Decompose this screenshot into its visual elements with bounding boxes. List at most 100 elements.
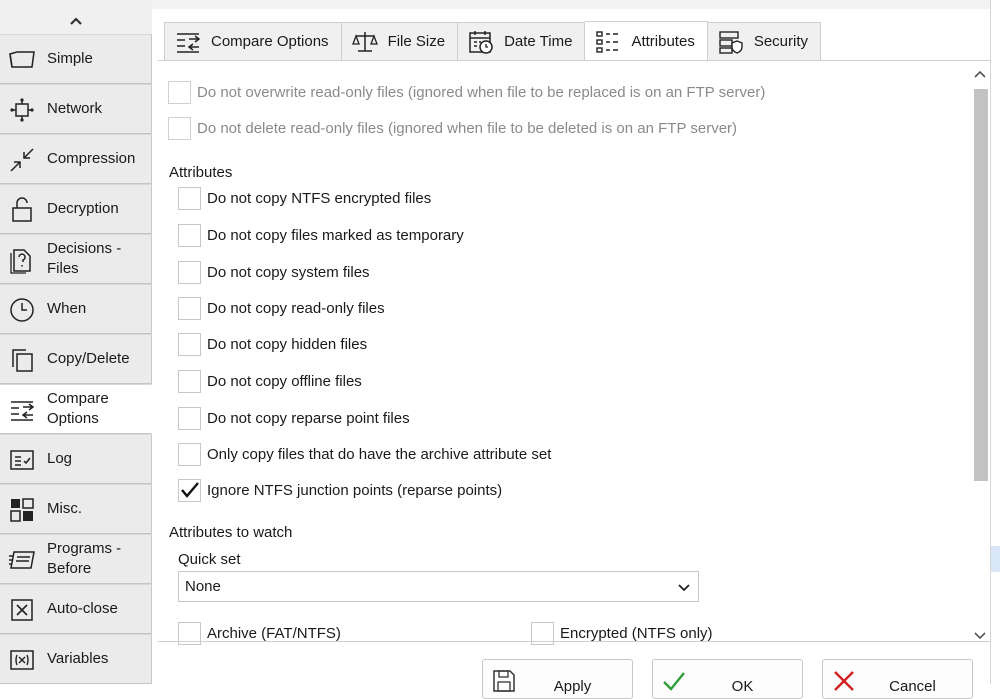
checkbox[interactable] bbox=[178, 186, 201, 210]
tab-strip: Compare Options File Size Date Time Attr… bbox=[164, 21, 822, 62]
sidebar-item-log[interactable]: Log bbox=[0, 434, 152, 484]
title-strip bbox=[152, 0, 990, 9]
sidebar-item-label: Network bbox=[47, 100, 103, 117]
tab-label: Security bbox=[753, 33, 809, 50]
variables-icon bbox=[8, 646, 36, 674]
tab-attributes[interactable]: Attributes bbox=[585, 21, 708, 62]
option-label: Do not copy NTFS encrypted files bbox=[207, 189, 432, 207]
attributes-list-icon bbox=[595, 29, 621, 55]
attributes-to-watch-heading: Attributes to watch bbox=[169, 524, 293, 541]
option-row[interactable]: Do not copy offline files bbox=[178, 368, 362, 394]
quick-set-label: Quick set bbox=[178, 551, 241, 568]
quick-set-value: None bbox=[185, 578, 221, 595]
sidebar-item-label: Compare Options bbox=[47, 390, 109, 427]
main-panel: Compare Options File Size Date Time Attr… bbox=[152, 9, 990, 699]
sidebar-item-label: Decisions - Files bbox=[47, 240, 122, 277]
sidebar-item-network[interactable]: Network bbox=[0, 84, 152, 134]
option-row[interactable]: Do not copy files marked as temporary bbox=[178, 222, 464, 248]
checkmark-icon bbox=[180, 482, 199, 498]
vertical-scrollbar[interactable] bbox=[970, 61, 990, 643]
compress-icon bbox=[8, 146, 36, 174]
compare-icon bbox=[8, 396, 36, 424]
sidebar-item-label: Simple bbox=[47, 50, 93, 67]
decision-file-icon bbox=[8, 246, 36, 274]
sidebar-item-label: When bbox=[47, 300, 87, 317]
scrollbar-thumb[interactable] bbox=[974, 89, 988, 481]
sidebar-item-copy-delete[interactable]: Copy/Delete bbox=[0, 334, 152, 384]
option-label: Do not copy system files bbox=[207, 263, 370, 281]
checkbox[interactable] bbox=[168, 116, 191, 140]
copy-icon bbox=[8, 346, 36, 374]
scroll-up-arrow-icon[interactable] bbox=[972, 67, 988, 81]
option-row[interactable]: Only copy files that do have the archive… bbox=[178, 441, 551, 467]
background-selection bbox=[991, 546, 1000, 572]
sidebar-item-simple[interactable]: Simple bbox=[0, 34, 152, 84]
sidebar-item-label: Decryption bbox=[47, 200, 119, 217]
option-label: Do not copy files marked as temporary bbox=[207, 226, 464, 244]
option-label: Do not copy reparse point files bbox=[207, 409, 410, 427]
option-row[interactable]: Do not copy NTFS encrypted files bbox=[178, 185, 431, 211]
ok-label: OK bbox=[731, 678, 754, 695]
option-label: Encrypted (NTFS only) bbox=[560, 624, 713, 642]
option-row[interactable]: Do not copy reparse point files bbox=[178, 405, 410, 431]
sidebar-item-when[interactable]: When bbox=[0, 284, 152, 334]
network-icon bbox=[8, 96, 36, 124]
attributes-heading: Attributes bbox=[169, 164, 233, 181]
tab-security[interactable]: Security bbox=[707, 22, 822, 61]
option-row[interactable]: Encrypted (NTFS only) bbox=[531, 620, 713, 646]
sidebar-item-auto-close[interactable]: Auto-close bbox=[0, 584, 152, 634]
log-icon bbox=[8, 446, 36, 474]
checkbox[interactable] bbox=[178, 442, 201, 466]
attributes-page: Do not overwrite read-only files (ignore… bbox=[158, 60, 990, 645]
ok-button[interactable]: OK bbox=[652, 659, 803, 699]
sidebar-item-compare-options[interactable]: Compare Options bbox=[0, 384, 152, 434]
cancel-button[interactable]: Cancel bbox=[822, 659, 973, 699]
unlock-icon bbox=[8, 196, 36, 224]
checkbox[interactable] bbox=[178, 332, 201, 356]
option-row[interactable]: Do not copy read-only files bbox=[178, 295, 385, 321]
chevron-up-icon bbox=[70, 17, 82, 25]
checkbox[interactable] bbox=[178, 260, 201, 284]
sidebar-item-misc[interactable]: Misc. bbox=[0, 484, 152, 534]
checkbox[interactable] bbox=[178, 369, 201, 393]
option-label: Do not copy offline files bbox=[207, 372, 362, 390]
grid-icon bbox=[8, 496, 36, 524]
sidebar-item-programs-before[interactable]: Programs - Before bbox=[0, 534, 152, 584]
checkbox[interactable] bbox=[178, 223, 201, 247]
tab-file-size[interactable]: File Size bbox=[341, 22, 459, 61]
cancel-label: Cancel bbox=[889, 678, 936, 695]
checkbox[interactable] bbox=[178, 406, 201, 430]
option-row[interactable]: Ignore NTFS junction points (reparse poi… bbox=[178, 477, 502, 503]
sidebar-item-decryption[interactable]: Decryption bbox=[0, 184, 152, 234]
option-label: Do not copy read-only files bbox=[207, 299, 385, 317]
checkbox-checked[interactable] bbox=[178, 478, 201, 502]
tab-compare-options[interactable]: Compare Options bbox=[164, 22, 342, 61]
tab-label: Attributes bbox=[631, 33, 695, 50]
option-label: Do not delete read-only files (ignored w… bbox=[197, 119, 738, 137]
tab-label: Compare Options bbox=[211, 33, 329, 50]
sidebar-item-decisions-files[interactable]: Decisions - Files bbox=[0, 234, 152, 284]
sidebar-item-compression[interactable]: Compression bbox=[0, 134, 152, 184]
sidebar-item-variables[interactable]: Variables bbox=[0, 634, 152, 684]
quick-set-dropdown[interactable]: None bbox=[178, 571, 699, 602]
sidebar: Simple Network Compression Decryption De… bbox=[0, 0, 152, 684]
checkbox[interactable] bbox=[168, 80, 191, 104]
option-label: Do not copy hidden files bbox=[207, 335, 368, 353]
tab-date-time[interactable]: Date Time bbox=[458, 22, 586, 61]
programs-icon bbox=[8, 546, 36, 574]
option-label: Archive (FAT/NTFS) bbox=[207, 624, 341, 642]
sidebar-item-label: Variables bbox=[47, 650, 109, 667]
option-row[interactable]: Do not overwrite read-only files (ignore… bbox=[168, 79, 765, 105]
tab-label: Date Time bbox=[504, 33, 573, 50]
option-row[interactable]: Do not copy system files bbox=[178, 259, 370, 285]
tab-label: File Size bbox=[387, 33, 446, 50]
apply-button[interactable]: Apply bbox=[482, 659, 633, 699]
option-row[interactable]: Do not copy hidden files bbox=[178, 331, 367, 357]
checkbox[interactable] bbox=[178, 296, 201, 320]
option-label: Do not overwrite read-only files (ignore… bbox=[197, 83, 766, 101]
sidebar-scroll-up-button[interactable] bbox=[0, 8, 152, 34]
apply-label: Apply bbox=[553, 678, 592, 695]
option-row[interactable]: Do not delete read-only files (ignored w… bbox=[168, 115, 737, 141]
option-row[interactable]: Archive (FAT/NTFS) bbox=[178, 620, 341, 646]
sidebar-item-label: Log bbox=[47, 450, 73, 467]
